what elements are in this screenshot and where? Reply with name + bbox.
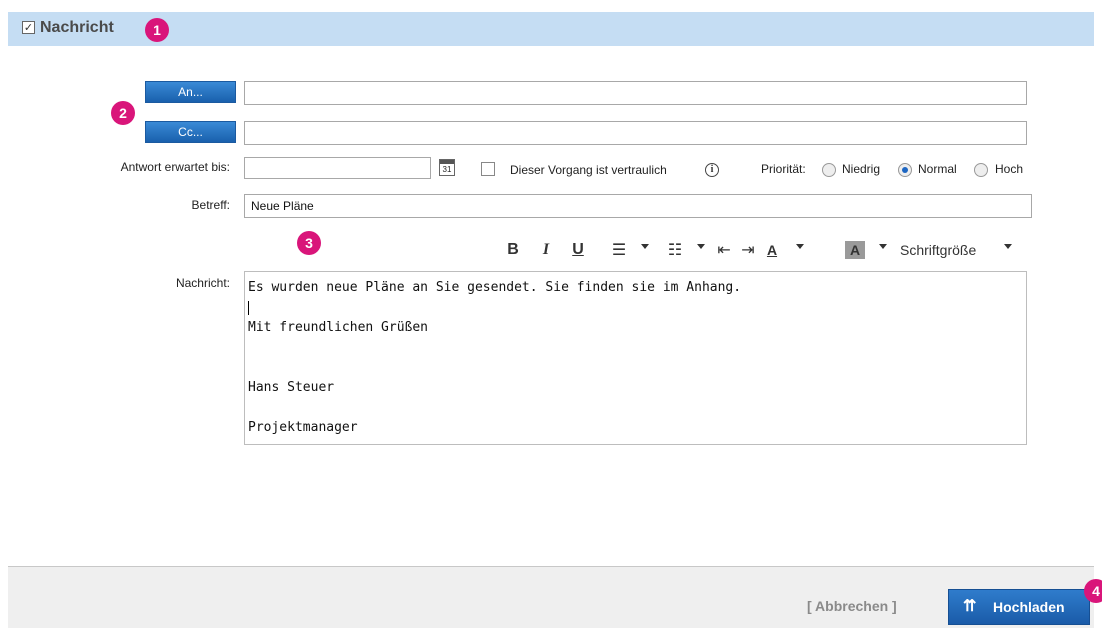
- font-color-caret-icon[interactable]: [796, 244, 804, 249]
- font-color-button[interactable]: A: [762, 239, 782, 261]
- subject-input[interactable]: [244, 194, 1032, 218]
- message-line: Projektmanager: [248, 420, 358, 435]
- section-title: Nachricht: [40, 19, 114, 36]
- section-checkbox[interactable]: ✓: [22, 21, 35, 34]
- to-button[interactable]: An...: [145, 81, 236, 103]
- numbered-list-caret-icon[interactable]: [697, 244, 705, 249]
- upload-icon: ⇈: [963, 598, 977, 615]
- upload-button[interactable]: ⇈ Hochladen: [948, 589, 1090, 625]
- step-badge-4: 4: [1084, 579, 1102, 603]
- numbered-list-icon[interactable]: ☷: [664, 239, 686, 261]
- to-field[interactable]: [244, 81, 1027, 105]
- cancel-link[interactable]: [ Abbrechen ]: [807, 598, 897, 614]
- highlight-caret-icon[interactable]: [879, 244, 887, 249]
- priority-normal-radio[interactable]: [898, 163, 912, 177]
- subject-label: Betreff:: [191, 198, 230, 212]
- highlight-button[interactable]: A: [845, 241, 865, 259]
- outdent-icon[interactable]: ⇤: [713, 239, 735, 261]
- step-badge-2: 2: [111, 101, 135, 125]
- message-label: Nachricht:: [175, 276, 230, 290]
- underline-button[interactable]: U: [570, 239, 586, 261]
- reply-date-label: Antwort erwartet bis:: [120, 160, 230, 174]
- text-cursor: [248, 300, 249, 315]
- indent-icon[interactable]: ⇥: [737, 239, 759, 261]
- bold-button[interactable]: B: [505, 239, 521, 261]
- cc-field[interactable]: [244, 121, 1027, 145]
- calendar-icon[interactable]: 31: [439, 159, 455, 176]
- priority-high-label: Hoch: [995, 162, 1024, 176]
- confidential-checkbox[interactable]: [481, 162, 495, 176]
- confidential-label: Dieser Vorgang ist vertraulich: [510, 163, 667, 177]
- message-line: Hans Steuer: [248, 380, 335, 395]
- priority-low-label: Niedrig: [842, 162, 881, 176]
- message-line: [248, 338, 1023, 358]
- bullet-list-icon[interactable]: ☰: [608, 239, 630, 261]
- cc-button[interactable]: Cc...: [145, 121, 236, 143]
- message-line: Es wurden neue Pläne an Sie gesendet. Si…: [248, 280, 742, 295]
- font-size-caret-icon[interactable]: [1004, 244, 1012, 249]
- upload-button-label: Hochladen: [993, 599, 1065, 615]
- message-line: [248, 398, 1023, 418]
- priority-high-radio[interactable]: [974, 163, 988, 177]
- message-line: Mit freundlichen Grüßen: [248, 320, 429, 335]
- message-editor[interactable]: Es wurden neue Pläne an Sie gesendet. Si…: [244, 271, 1027, 445]
- footer-bar: [8, 566, 1094, 628]
- bullet-list-caret-icon[interactable]: [641, 244, 649, 249]
- priority-low-radio[interactable]: [822, 163, 836, 177]
- priority-label: Priorität:: [761, 162, 806, 176]
- step-badge-1: 1: [145, 18, 169, 42]
- section-header: ✓ Nachricht: [8, 12, 1094, 46]
- info-icon[interactable]: i: [705, 163, 719, 177]
- priority-normal-label: Normal: [918, 162, 957, 176]
- font-size-dropdown[interactable]: Schriftgröße: [900, 239, 995, 261]
- italic-button[interactable]: I: [538, 239, 554, 261]
- step-badge-3: 3: [297, 231, 321, 255]
- message-line: [248, 298, 1023, 318]
- reply-date-input[interactable]: [244, 157, 431, 179]
- calendar-day: 31: [442, 165, 452, 174]
- message-line: [248, 358, 1023, 378]
